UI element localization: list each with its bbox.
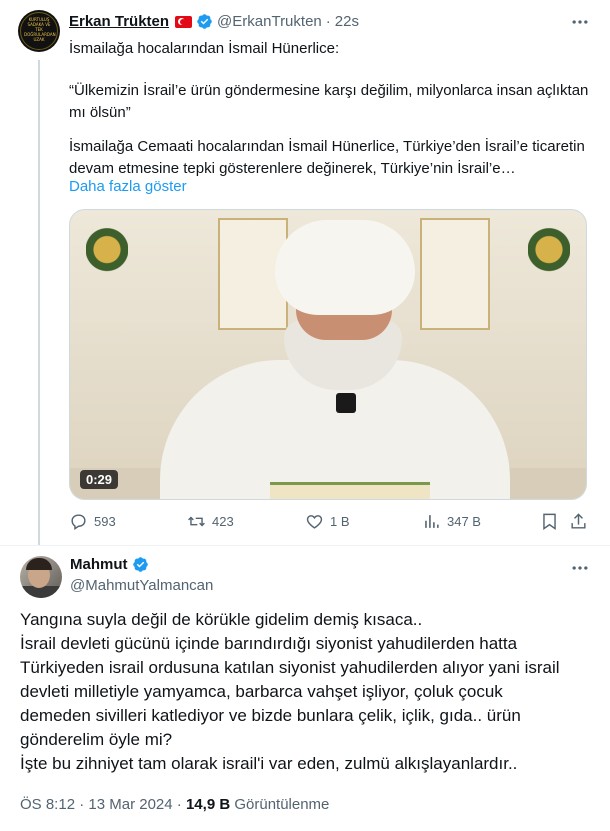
avatar[interactable]	[20, 556, 62, 598]
repost-button[interactable]: 423	[187, 512, 234, 531]
turkey-flag-icon	[175, 15, 193, 28]
avatar[interactable]: KURTULUŞ SADAKA VE TEK DOĞRULARDAN UZAK	[18, 10, 60, 52]
tweet-header: Erkan Trükten @ErkanTrukten · 22s	[69, 13, 359, 30]
video-duration: 0:29	[80, 470, 119, 489]
video-player[interactable]: 0:29	[69, 209, 587, 500]
reply-text-line: demeden sivilleri katlediyor ve bizde bu…	[20, 706, 521, 725]
tweet-meta: ÖS 8:12 · 13 Mar 2024 · 14,9 B Görüntüle…	[20, 796, 329, 813]
author-name[interactable]: Mahmut	[70, 556, 128, 573]
reply-text-line: İşte bu zihniyet tam olarak israil'i var…	[20, 754, 518, 773]
more-options-icon[interactable]	[570, 14, 590, 30]
separator-dot: ·	[325, 13, 331, 30]
avatar-hair	[26, 558, 52, 570]
share-icon[interactable]	[569, 512, 588, 531]
reply-button[interactable]: 593	[69, 512, 116, 531]
wall-ornament	[528, 224, 570, 288]
reply-icon	[71, 514, 86, 530]
wall-frame	[420, 218, 490, 330]
book	[270, 482, 430, 499]
timestamp[interactable]: 22s	[335, 13, 359, 30]
post-time[interactable]: ÖS 8:12	[20, 796, 75, 813]
verified-badge-icon	[132, 557, 148, 572]
avatar-text: KURTULUŞ SADAKA VE TEK DOĞRULARDAN UZAK	[24, 17, 56, 42]
reply-text-line: İsrail devleti gücünü içinde barındırdığ…	[20, 634, 518, 653]
author-handle[interactable]: @ErkanTrukten	[217, 13, 322, 30]
reply-tweet[interactable]: Mahmut @MahmutYalmancan Yangına suyla de…	[0, 545, 610, 831]
analytics-icon	[425, 515, 439, 528]
views-count: 14,9 B	[185, 796, 231, 813]
microphone	[336, 393, 356, 413]
reply-header: Mahmut	[70, 556, 149, 573]
reply-count: 593	[94, 514, 116, 529]
heart-icon	[306, 515, 323, 529]
reply-text-line: gönderelim öyle mi?	[20, 730, 173, 749]
wall-ornament	[86, 224, 128, 288]
quoted-tweet[interactable]: KURTULUŞ SADAKA VE TEK DOĞRULARDAN UZAK …	[0, 0, 610, 545]
reply-text-line: Yangına suyla değil de körükle gidelim d…	[20, 610, 423, 629]
tweet-text-line: İsmailağa hocalarından İsmail Hünerlice:	[69, 40, 340, 57]
reply-text-line: Türkiyeden israil ordusuna katılan siyon…	[20, 658, 560, 677]
bookmark-icon[interactable]	[540, 512, 559, 531]
views-count: 347 B	[447, 514, 481, 529]
more-options-icon[interactable]	[570, 560, 590, 576]
author-name[interactable]: Erkan Trükten	[69, 13, 169, 30]
avatar-shirt	[20, 586, 62, 598]
post-date[interactable]: 13 Mar 2024	[88, 796, 172, 813]
tweet-actions: 593 423 1 B 347 B	[69, 512, 589, 534]
reply-text-line: devleti milletiyle yamyamca, barbarca va…	[20, 682, 503, 701]
repost-icon	[188, 516, 205, 527]
verified-badge-icon	[197, 14, 212, 29]
tweet-body-text: İsmailağa Cemaati hocalarından İsmail Hü…	[69, 138, 585, 177]
separator-dot: ·	[176, 796, 182, 813]
like-button[interactable]: 1 B	[305, 512, 350, 531]
thread-connector-line	[38, 60, 40, 545]
speaker-turban	[275, 220, 415, 315]
show-more-link[interactable]: Daha fazla göster	[69, 178, 187, 195]
tweet-quote-text: “Ülkemizin İsrail’e ürün göndermesine ka…	[69, 82, 589, 121]
separator-dot: ·	[79, 796, 85, 813]
views-button[interactable]: 347 B	[422, 512, 481, 531]
like-count: 1 B	[330, 514, 350, 529]
reply-text: Yangına suyla değil de körükle gidelim d…	[20, 608, 595, 776]
views-label: Görüntülenme	[234, 796, 330, 813]
author-handle[interactable]: @MahmutYalmancan	[70, 577, 213, 594]
repost-count: 423	[212, 514, 234, 529]
